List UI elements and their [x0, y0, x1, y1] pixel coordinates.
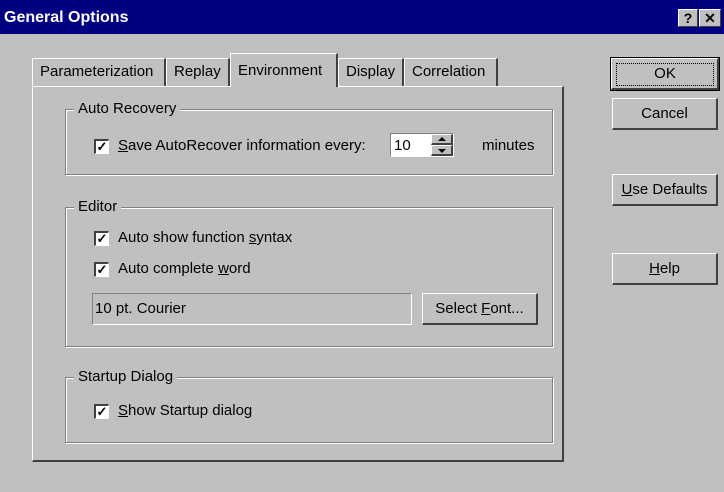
tab-replay[interactable]: Replay — [166, 58, 230, 86]
minutes-value: 10 — [394, 137, 411, 154]
editor-group: Editor ✓ Auto show function syntax ✓ Aut… — [65, 198, 553, 347]
auto-recovery-group: Auto Recovery ✓ Save AutoRecover informa… — [65, 100, 553, 175]
use-defaults-label: Use Defaults — [621, 181, 708, 198]
arrow-up-icon — [438, 137, 446, 141]
tab-label: Display — [346, 63, 396, 80]
autorecover-checkbox[interactable]: ✓ — [94, 139, 109, 154]
help-button[interactable]: Help — [612, 253, 718, 285]
environment-tab-panel: Auto Recovery ✓ Save AutoRecover informa… — [32, 86, 564, 462]
ok-button-face: OK — [611, 58, 719, 90]
window-title: General Options — [4, 9, 129, 26]
group-label-editor: Editor — [74, 198, 122, 215]
tab-correlation[interactable]: Correlation — [404, 58, 498, 86]
tab-label: Environment — [238, 62, 323, 79]
group-label-startup: Startup Dialog — [74, 368, 178, 385]
cancel-button[interactable]: Cancel — [612, 98, 718, 130]
help-label: Help — [649, 260, 680, 277]
check-icon: ✓ — [96, 262, 108, 277]
general-options-dialog: General Options ? ✕ Parameterization Rep… — [0, 0, 724, 492]
check-icon: ✓ — [96, 404, 108, 419]
check-icon: ✓ — [96, 139, 108, 154]
group-label-auto-recovery: Auto Recovery — [74, 100, 181, 117]
title-bar: General Options ? ✕ — [0, 0, 724, 34]
complete-word-checkbox[interactable]: ✓ — [94, 262, 109, 277]
use-defaults-button[interactable]: Use Defaults — [612, 174, 718, 206]
minutes-spinner[interactable]: 10 — [390, 133, 454, 157]
close-icon: ✕ — [704, 10, 716, 26]
show-startup-label: Show Startup dialog — [118, 402, 253, 419]
cancel-label: Cancel — [641, 105, 688, 122]
close-button[interactable]: ✕ — [699, 9, 721, 27]
select-font-button[interactable]: Select Font... — [422, 293, 538, 325]
check-icon: ✓ — [96, 231, 108, 246]
tab-parameterization[interactable]: Parameterization — [32, 58, 166, 86]
startup-dialog-group: Startup Dialog ✓ Show Startup dialog — [65, 368, 553, 443]
tab-environment[interactable]: Environment — [230, 53, 338, 87]
tab-display[interactable]: Display — [338, 58, 404, 86]
select-font-label: Select Font... — [435, 300, 524, 317]
arrow-down-icon — [438, 149, 446, 153]
function-syntax-checkbox[interactable]: ✓ — [94, 231, 109, 246]
help-title-button[interactable]: ? — [678, 9, 698, 27]
ok-button[interactable]: OK — [610, 57, 720, 91]
tab-label: Replay — [174, 63, 221, 80]
question-icon: ? — [683, 10, 693, 26]
font-display-field: 10 pt. Courier — [92, 293, 412, 325]
font-display-value: 10 pt. Courier — [95, 300, 186, 317]
show-startup-checkbox[interactable]: ✓ — [94, 404, 109, 419]
complete-word-label: Auto complete word — [118, 260, 251, 277]
spin-up-button[interactable] — [431, 134, 453, 145]
tab-label: Correlation — [412, 63, 486, 80]
function-syntax-label: Auto show function syntax — [118, 229, 293, 246]
ok-label: OK — [616, 63, 714, 86]
spin-down-button[interactable] — [431, 145, 453, 156]
minutes-label: minutes — [482, 137, 535, 154]
autorecover-label: Save AutoRecover information every: — [118, 137, 366, 154]
tab-label: Parameterization — [40, 63, 154, 80]
